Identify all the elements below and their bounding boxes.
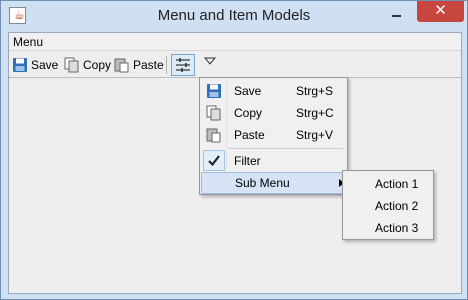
- submenu-item-action-1[interactable]: Action 1: [375, 177, 418, 191]
- popup-item-shortcut: Strg+S: [296, 84, 334, 98]
- popup-item-shortcut: Strg+C: [296, 106, 334, 120]
- popup-item-label: Copy: [234, 106, 263, 120]
- popup-item-label: Paste: [234, 128, 265, 142]
- popup-menu: Save Strg+S Copy Strg+C Paste Strg+V Fil…: [199, 77, 348, 195]
- popup-separator: [228, 148, 343, 149]
- save-button-label: Save: [31, 58, 59, 72]
- submenu-item-action-2[interactable]: Action 2: [375, 199, 418, 213]
- popup-item-paste[interactable]: Paste Strg+V: [201, 124, 346, 146]
- popup-item-shortcut: Strg+V: [296, 128, 334, 142]
- title-bar[interactable]: ☕ Menu and Item Models ✕: [1, 1, 467, 31]
- save-button[interactable]: Save: [12, 55, 58, 75]
- toolbar: Save Copy Paste: [9, 52, 461, 78]
- popup-item-copy[interactable]: Copy Strg+C: [201, 102, 346, 124]
- paste-icon: [114, 58, 129, 73]
- checkmark-icon: [208, 155, 220, 167]
- save-icon: [207, 84, 221, 98]
- filter-toggle-button[interactable]: [171, 54, 195, 76]
- submenu-popup: Action 1 Action 2 Action 3: [342, 170, 434, 240]
- filter-checkbox[interactable]: [203, 150, 225, 171]
- popup-item-submenu[interactable]: Sub Menu: [201, 172, 346, 194]
- paste-button[interactable]: Paste: [114, 55, 164, 75]
- copy-button[interactable]: Copy: [64, 55, 111, 75]
- copy-icon: [206, 105, 221, 121]
- paste-button-label: Paste: [133, 58, 164, 72]
- minimize-button[interactable]: [383, 5, 411, 26]
- copy-icon: [64, 57, 79, 73]
- save-icon: [13, 58, 27, 72]
- menu-bar: Menu: [9, 33, 461, 51]
- popup-item-label: Sub Menu: [235, 176, 290, 190]
- filter-icon: [176, 58, 190, 72]
- toolbar-separator: [166, 56, 167, 74]
- submenu-item-action-3[interactable]: Action 3: [375, 221, 418, 235]
- menu-item-menu[interactable]: Menu: [13, 35, 43, 49]
- popup-item-label: Save: [234, 84, 262, 98]
- popup-item-save[interactable]: Save Strg+S: [201, 80, 346, 102]
- chevron-down-icon[interactable]: [203, 54, 217, 68]
- close-button[interactable]: ✕: [417, 1, 464, 22]
- popup-item-filter[interactable]: Filter: [201, 150, 346, 172]
- copy-button-label: Copy: [83, 58, 112, 72]
- popup-item-label: Filter: [234, 154, 261, 168]
- close-icon: ✕: [434, 2, 447, 19]
- paste-icon: [206, 128, 221, 143]
